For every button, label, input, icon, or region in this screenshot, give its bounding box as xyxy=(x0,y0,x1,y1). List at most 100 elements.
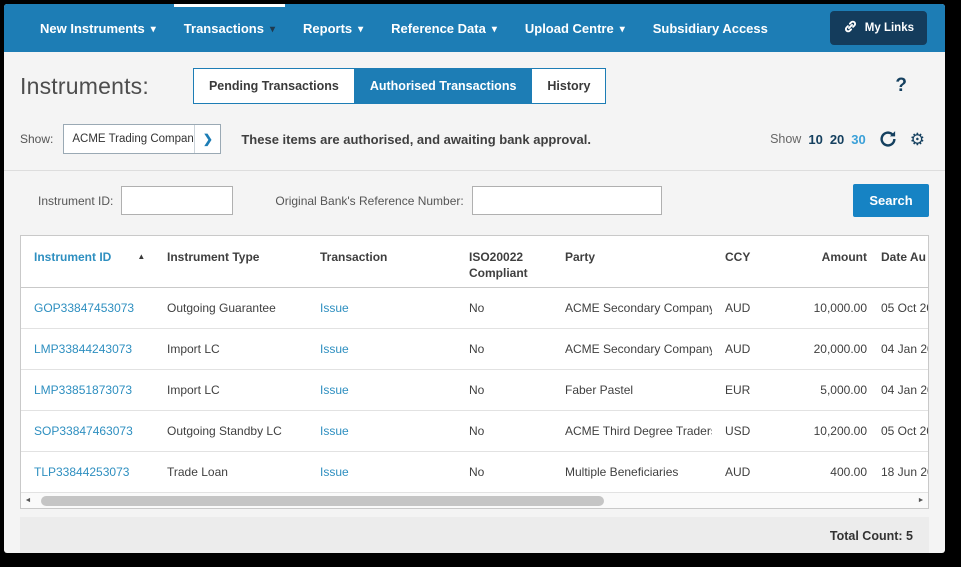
cell-date: 04 Jan 2022 xyxy=(869,329,928,370)
instrument-id-link[interactable]: LMP33851873073 xyxy=(34,383,132,397)
column-header-instrument-id[interactable]: Instrument ID▲ xyxy=(21,236,154,288)
table-header-row: Instrument ID▲ Instrument Type Transacti… xyxy=(21,236,928,288)
cell-instrument-type: Import LC xyxy=(154,370,307,411)
column-header-ccy: CCY xyxy=(712,236,792,288)
company-select-value: ACME Trading Company xyxy=(64,133,194,145)
page-header: Instruments: Pending Transactions Author… xyxy=(20,68,929,104)
status-message: These items are authorised, and awaiting… xyxy=(241,132,591,147)
chevron-down-icon: ❯ xyxy=(194,125,220,153)
cell-instrument-type: Import LC xyxy=(154,329,307,370)
cell-iso20022: No xyxy=(456,288,552,329)
cell-ccy: EUR xyxy=(712,370,792,411)
instrument-id-link[interactable]: LMP33844243073 xyxy=(34,342,132,356)
gear-icon[interactable]: ⚙ xyxy=(910,131,925,148)
transaction-link[interactable]: Issue xyxy=(320,465,349,479)
cell-party: Faber Pastel xyxy=(552,370,712,411)
instrument-id-link[interactable]: TLP33844253073 xyxy=(34,465,129,479)
nav-item-transactions[interactable]: Transactions ▾ xyxy=(184,4,275,52)
cell-iso20022: No xyxy=(456,411,552,452)
cell-amount: 10,200.00 xyxy=(792,411,869,452)
cell-ccy: USD xyxy=(712,411,792,452)
instrument-id-input[interactable] xyxy=(121,186,233,215)
column-header-instrument-type: Instrument Type xyxy=(154,236,307,288)
cell-party: ACME Secondary Company xyxy=(552,329,712,370)
cell-date: 04 Jan 2022 xyxy=(869,370,928,411)
cell-iso20022: No xyxy=(456,329,552,370)
table-row: SOP33847463073 Outgoing Standby LC Issue… xyxy=(21,411,928,452)
cell-party: Multiple Beneficiaries xyxy=(552,452,712,493)
cell-ccy: AUD xyxy=(712,288,792,329)
table-row: GOP33847453073 Outgoing Guarantee Issue … xyxy=(21,288,928,329)
chevron-down-icon: ▾ xyxy=(358,22,363,35)
nav-item-new-instruments[interactable]: New Instruments ▾ xyxy=(40,4,156,52)
cell-ccy: AUD xyxy=(712,329,792,370)
page-size-option-10[interactable]: 10 xyxy=(808,132,822,147)
cell-instrument-type: Outgoing Standby LC xyxy=(154,411,307,452)
tab-authorised-transactions[interactable]: Authorised Transactions xyxy=(354,69,532,103)
chain-link-icon xyxy=(843,19,858,37)
top-navbar: New Instruments ▾ Transactions ▾ Reports… xyxy=(4,4,945,52)
refresh-icon[interactable] xyxy=(879,130,897,148)
chevron-down-icon: ▾ xyxy=(492,22,497,35)
scrollbar-track[interactable] xyxy=(35,493,914,508)
search-button[interactable]: Search xyxy=(853,184,929,217)
nav-item-reports[interactable]: Reports ▾ xyxy=(303,4,363,52)
tab-history[interactable]: History xyxy=(531,69,605,103)
toolbar: Show: ACME Trading Company ❯ These items… xyxy=(20,124,929,154)
chevron-down-icon: ▾ xyxy=(151,22,156,35)
nav-item-label: Reports xyxy=(303,21,352,36)
cell-amount: 10,000.00 xyxy=(792,288,869,329)
my-links-button[interactable]: My Links xyxy=(830,11,927,45)
reference-number-label: Original Bank's Reference Number: xyxy=(275,194,463,208)
column-header-amount: Amount xyxy=(792,236,869,288)
tab-group: Pending Transactions Authorised Transact… xyxy=(193,68,607,104)
cell-amount: 20,000.00 xyxy=(792,329,869,370)
transaction-link[interactable]: Issue xyxy=(320,383,349,397)
help-icon[interactable]: ? xyxy=(895,75,907,97)
app-window: New Instruments ▾ Transactions ▾ Reports… xyxy=(4,4,945,553)
nav-item-subsidiary-access[interactable]: Subsidiary Access xyxy=(653,4,768,52)
table-footer: Total Count: 5 xyxy=(20,517,929,553)
page-size-control: Show 10 20 30 ⚙ xyxy=(770,130,925,148)
search-filters: Instrument ID: Original Bank's Reference… xyxy=(20,171,929,230)
scroll-right-icon[interactable]: ► xyxy=(914,497,928,504)
nav-item-label: Reference Data xyxy=(391,21,486,36)
scrollbar-thumb[interactable] xyxy=(41,496,604,506)
company-select[interactable]: ACME Trading Company ❯ xyxy=(63,124,221,154)
transaction-link[interactable]: Issue xyxy=(320,424,349,438)
cell-ccy: AUD xyxy=(712,452,792,493)
cell-party: ACME Secondary Company xyxy=(552,288,712,329)
instrument-id-link[interactable]: SOP33847463073 xyxy=(34,424,133,438)
scroll-left-icon[interactable]: ◄ xyxy=(21,497,35,504)
cell-date: 18 Jun 2020 xyxy=(869,452,928,493)
table-row: TLP33844253073 Trade Loan Issue No Multi… xyxy=(21,452,928,493)
show-label: Show: xyxy=(20,132,53,146)
nav-item-label: Subsidiary Access xyxy=(653,21,768,36)
table-row: LMP33851873073 Import LC Issue No Faber … xyxy=(21,370,928,411)
reference-number-input[interactable] xyxy=(472,186,662,215)
transaction-link[interactable]: Issue xyxy=(320,342,349,356)
instrument-id-link[interactable]: GOP33847453073 xyxy=(34,301,134,315)
cell-party: ACME Third Degree Traders xyxy=(552,411,712,452)
nav-item-label: Upload Centre xyxy=(525,21,614,36)
nav-item-reference-data[interactable]: Reference Data ▾ xyxy=(391,4,497,52)
page-size-label: Show xyxy=(770,132,801,146)
cell-instrument-type: Outgoing Guarantee xyxy=(154,288,307,329)
transaction-link[interactable]: Issue xyxy=(320,301,349,315)
tab-pending-transactions[interactable]: Pending Transactions xyxy=(194,69,354,103)
chevron-down-icon: ▾ xyxy=(270,22,275,35)
column-header-date: Date Au xyxy=(869,236,928,288)
cell-iso20022: No xyxy=(456,452,552,493)
page-size-option-30[interactable]: 30 xyxy=(851,132,865,147)
instruments-table: Instrument ID▲ Instrument Type Transacti… xyxy=(20,235,929,509)
sort-asc-icon: ▲ xyxy=(137,252,145,261)
page-size-option-20[interactable]: 20 xyxy=(830,132,844,147)
column-header-transaction: Transaction xyxy=(307,236,456,288)
instrument-id-label: Instrument ID: xyxy=(38,194,113,208)
table-row: LMP33844243073 Import LC Issue No ACME S… xyxy=(21,329,928,370)
horizontal-scrollbar: ◄ ► xyxy=(21,493,928,508)
nav-item-upload-centre[interactable]: Upload Centre ▾ xyxy=(525,4,625,52)
cell-date: 05 Oct 2020 xyxy=(869,288,928,329)
cell-amount: 400.00 xyxy=(792,452,869,493)
page-title: Instruments: xyxy=(20,73,149,100)
